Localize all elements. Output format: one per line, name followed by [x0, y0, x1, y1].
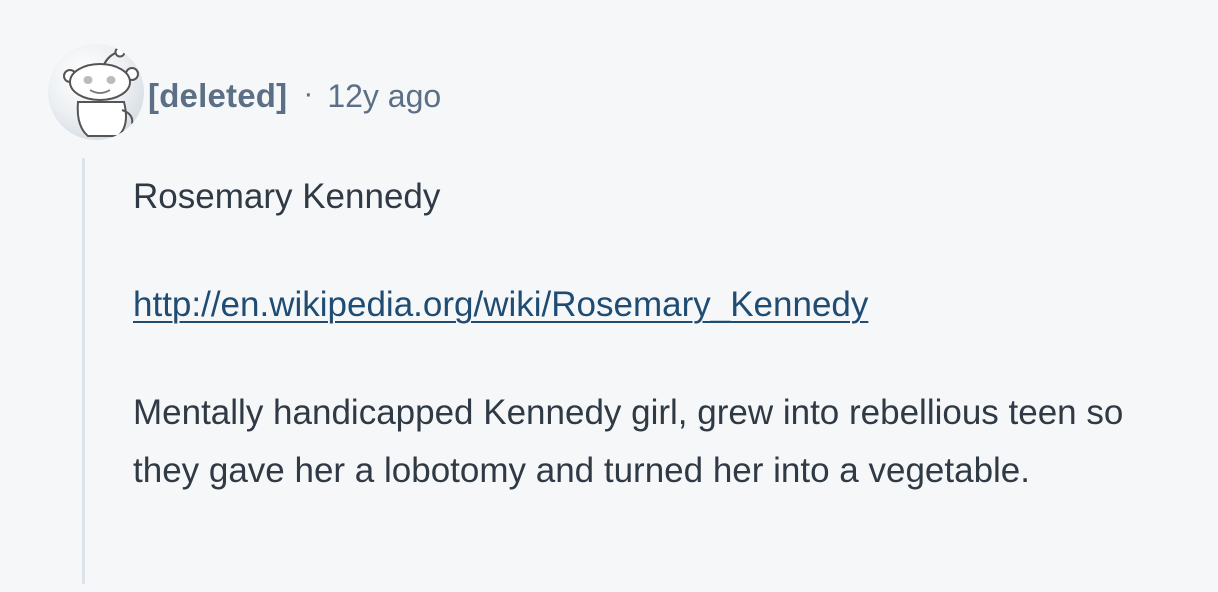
avatar[interactable]: [48, 44, 144, 140]
comment-paragraph: Mentally handicapped Kennedy girl, grew …: [133, 393, 1124, 490]
comment-header: [deleted] · 12y ago: [148, 74, 441, 118]
comment-link-paragraph: http://en.wikipedia.org/wiki/Rosemary_Ke…: [133, 276, 1173, 334]
comment: [deleted] · 12y ago Rosemary Kennedy htt…: [0, 0, 1218, 592]
author-name[interactable]: [deleted]: [148, 77, 287, 115]
snoo-avatar-icon: [63, 46, 139, 137]
meta-separator: ·: [303, 77, 314, 110]
wikipedia-link[interactable]: http://en.wikipedia.org/wiki/Rosemary_Ke…: [133, 285, 868, 324]
comment-body: Rosemary Kennedy http://en.wikipedia.org…: [133, 168, 1173, 500]
thread-line[interactable]: [82, 158, 85, 584]
comment-timestamp[interactable]: 12y ago: [327, 78, 441, 115]
comment-paragraph: Rosemary Kennedy: [133, 177, 441, 216]
